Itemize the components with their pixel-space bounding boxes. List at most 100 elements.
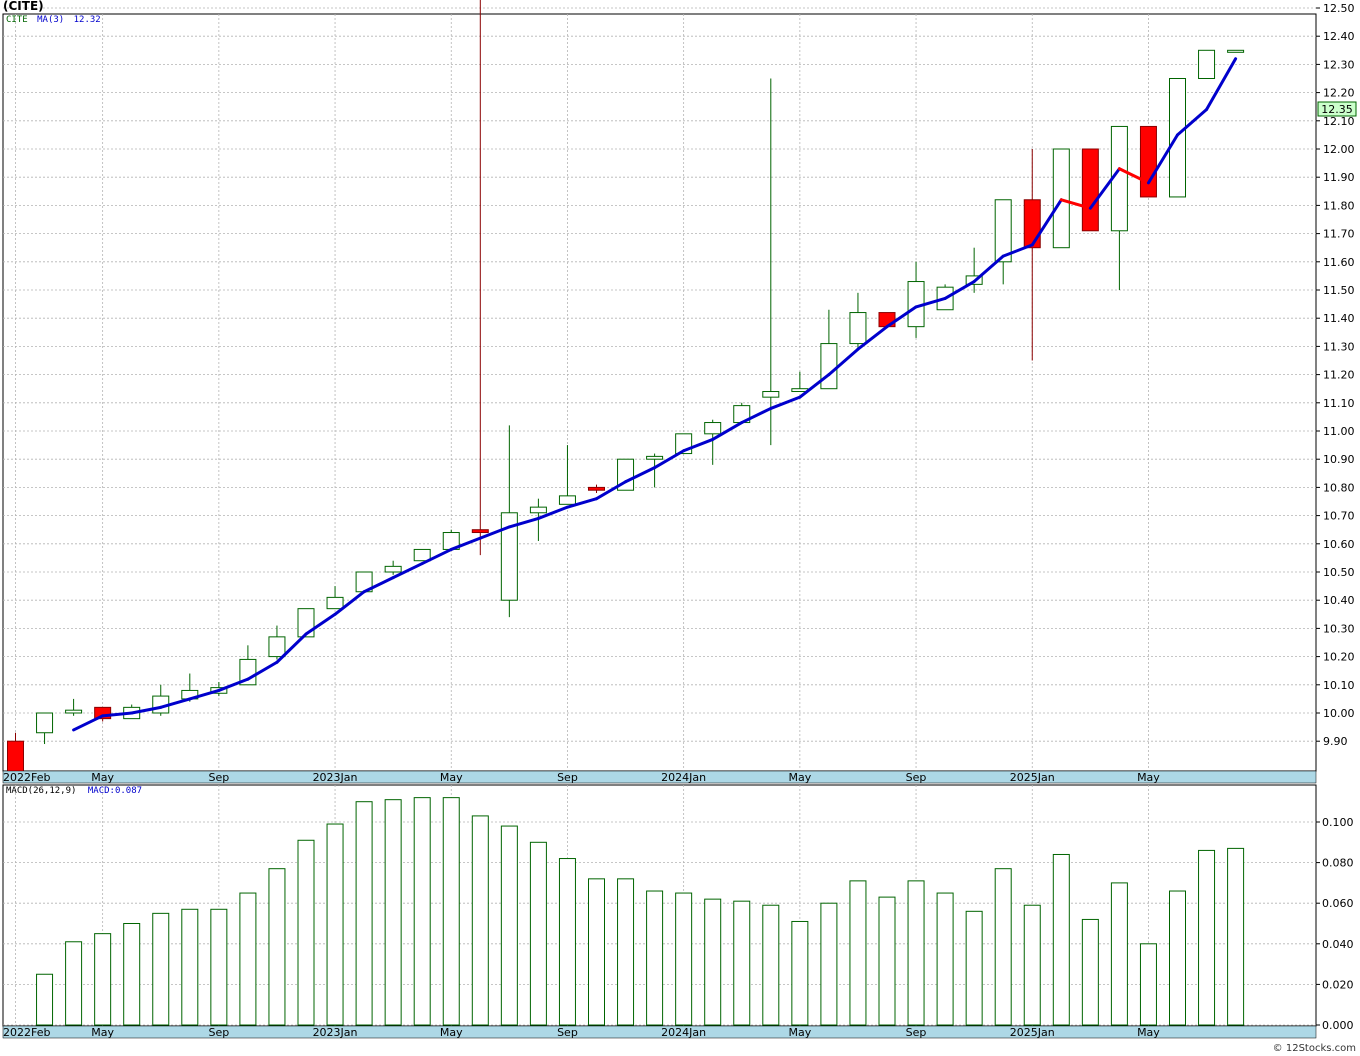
price-x-tick-label: 2022Feb <box>3 771 50 784</box>
price-legend: CITE MA(3) 12.32 <box>6 15 101 25</box>
macd-x-tick-label: 2023Jan <box>313 1026 358 1039</box>
price-tick-label: 11.20 <box>1323 369 1355 382</box>
macd-x-tick-label: May <box>440 1026 463 1039</box>
price-tick-label: 10.10 <box>1323 679 1355 692</box>
candle-body <box>413 548 431 562</box>
candle-body <box>384 565 402 573</box>
macd-x-tick-label: Sep <box>208 1026 229 1039</box>
candle <box>1227 49 1245 53</box>
macd-tick-label: 0.100 <box>1322 816 1354 829</box>
candle-body <box>1227 49 1245 53</box>
candle-body <box>1081 148 1099 232</box>
macd-bar <box>210 908 228 1026</box>
price-tick-label: 11.60 <box>1323 256 1355 269</box>
price-tick-label: 12.30 <box>1323 58 1355 71</box>
macd-y-axis: 0.000 0.020 0.040 0.060 0.080 0.100 <box>1316 816 1354 1032</box>
ma-label: MA(3) <box>37 15 65 25</box>
candle-body <box>558 495 576 505</box>
macd-bar <box>1052 853 1070 1026</box>
price-tick-label: 10.80 <box>1323 481 1355 494</box>
macd-bar <box>94 933 112 1026</box>
macd-tick-label: 0.060 <box>1322 897 1354 910</box>
macd-bar <box>413 797 431 1026</box>
candle-body <box>268 636 286 658</box>
price-x-tick-label: May <box>1137 771 1160 784</box>
price-x-tick-label: May <box>91 771 114 784</box>
symbol-label: CITE <box>6 15 28 25</box>
macd-bar <box>907 880 925 1026</box>
candle-body <box>762 391 780 398</box>
candle-body <box>704 422 722 435</box>
price-tick-label: 11.40 <box>1323 312 1355 325</box>
candle-body <box>65 709 83 714</box>
price-tick-label: 11.80 <box>1323 199 1355 212</box>
macd-tick-label: 0.020 <box>1322 978 1354 991</box>
macd-bar <box>1198 849 1216 1026</box>
price-tick-label: 12.00 <box>1323 143 1355 156</box>
price-x-tick-label: May <box>440 771 463 784</box>
price-x-tick-label: Sep <box>208 771 229 784</box>
candle-body <box>1023 199 1041 249</box>
price-tick-label: 11.00 <box>1323 425 1355 438</box>
price-tick-label: 11.90 <box>1323 171 1355 184</box>
price-tick-label: 11.50 <box>1323 284 1355 297</box>
macd-bar <box>297 839 315 1026</box>
macd-x-tick-label: May <box>788 1026 811 1039</box>
macd-bar <box>152 912 170 1026</box>
macd-bar <box>588 878 605 1026</box>
candle-body <box>1139 125 1157 198</box>
candle <box>413 548 431 562</box>
macd-bar <box>65 941 83 1026</box>
macd-bar <box>442 797 460 1026</box>
price-x-tick-label: 2024Jan <box>661 771 706 784</box>
macd-bar <box>1139 943 1157 1026</box>
macd-x-tick-label: 2024Jan <box>661 1026 706 1039</box>
macd-bar <box>675 892 693 1026</box>
price-tick-label: 10.60 <box>1323 538 1355 551</box>
price-x-tick-label: Sep <box>557 771 578 784</box>
macd-bar <box>181 908 199 1026</box>
price-tick-label: 10.30 <box>1323 622 1355 635</box>
macd-bar <box>965 910 983 1026</box>
macd-bar <box>239 892 257 1026</box>
macd-x-tick-label: Sep <box>557 1026 578 1039</box>
price-tick-label: 10.50 <box>1323 566 1355 579</box>
price-tick-label: 12.40 <box>1323 30 1355 43</box>
price-x-tick-label: May <box>788 771 811 784</box>
ma-value: 12.32 <box>73 15 101 25</box>
candle-body <box>1198 49 1216 79</box>
price-tick-label: 10.70 <box>1323 510 1355 523</box>
macd-x-tick-label: May <box>91 1026 114 1039</box>
price-tick-label: 11.10 <box>1323 397 1355 410</box>
price-x-axis-bar <box>2 770 1317 784</box>
price-tick-label: 9.90 <box>1323 735 1348 748</box>
price-tick-label: 12.10 <box>1323 115 1355 128</box>
macd-bar <box>1023 904 1041 1026</box>
macd-bar <box>384 799 402 1026</box>
candle-body <box>471 529 489 534</box>
macd-bar <box>500 825 518 1026</box>
macd-x-tick-label: 2022Feb <box>3 1026 50 1039</box>
macd-tick-label: 0.080 <box>1322 857 1354 870</box>
macd-bar <box>36 973 54 1026</box>
price-x-tick-label: 2025Jan <box>1010 771 1055 784</box>
macd-bar <box>646 890 664 1026</box>
macd-bar <box>994 868 1012 1026</box>
price-tick-label: 10.00 <box>1323 707 1355 720</box>
price-tick-label: 11.70 <box>1323 228 1355 241</box>
macd-bar <box>268 868 286 1026</box>
macd-x-tick-label: 2025Jan <box>1010 1026 1055 1039</box>
price-tick-label: 12.20 <box>1323 87 1355 100</box>
candle-body <box>529 506 547 514</box>
candle-body <box>7 740 24 773</box>
candle-body <box>588 486 605 491</box>
candle <box>1081 148 1099 232</box>
price-tick-label: 12.50 <box>1323 2 1355 15</box>
macd-bar <box>1081 918 1099 1026</box>
macd-tick-label: 0.000 <box>1322 1019 1354 1032</box>
macd-bar <box>326 823 344 1026</box>
macd-tick-label: 0.040 <box>1322 938 1354 951</box>
macd-bar <box>820 902 838 1026</box>
price-tick-label: 10.90 <box>1323 453 1355 466</box>
candle-body <box>36 712 54 734</box>
